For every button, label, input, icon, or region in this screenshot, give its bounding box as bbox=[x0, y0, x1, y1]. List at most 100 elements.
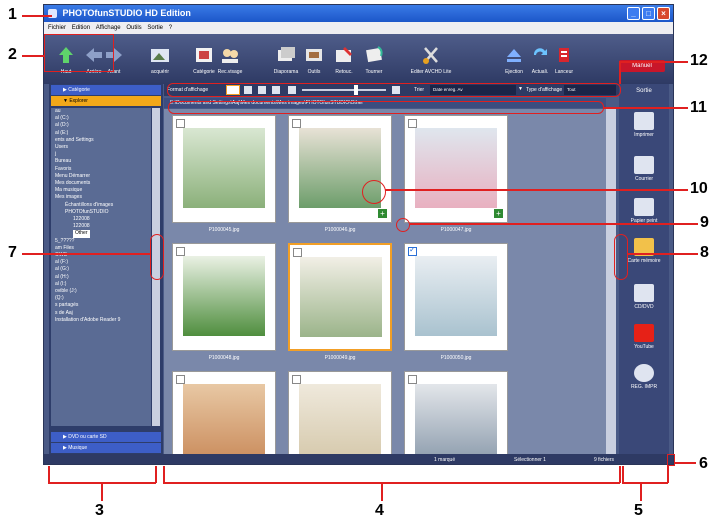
menu-output[interactable]: Sortie bbox=[147, 25, 163, 31]
thumbnail-filename: P1000047.jpg bbox=[440, 227, 472, 233]
tree-item[interactable]: al (C:) bbox=[51, 115, 151, 122]
tree-item[interactable]: PHOTOfunSTUDIO bbox=[51, 209, 151, 216]
thumbnail-photo[interactable] bbox=[172, 115, 276, 223]
thumbnail-photo[interactable]: + bbox=[404, 115, 508, 223]
tree-item[interactable]: al (E:) bbox=[51, 130, 151, 137]
thumbnail-photo[interactable]: ✓ bbox=[404, 243, 508, 351]
launcher-button[interactable]: Lanceur bbox=[544, 38, 584, 75]
youtube-button[interactable]: YouTube bbox=[619, 324, 669, 350]
thumbnail-item[interactable]: P1000049.jpg bbox=[288, 243, 392, 361]
tree-item[interactable]: (Q:) bbox=[51, 295, 151, 302]
tree-item[interactable]: al (I:) bbox=[51, 281, 151, 288]
thumbnail-checkbox[interactable] bbox=[408, 119, 417, 128]
tree-item[interactable]: Other bbox=[51, 230, 151, 238]
tree-item[interactable]: 122008 bbox=[51, 223, 151, 230]
acquire-button[interactable]: acquérir bbox=[140, 38, 180, 75]
thumbnail-photo[interactable] bbox=[172, 371, 276, 454]
tree-item[interactable]: Échantillons d'images bbox=[51, 202, 151, 209]
print-button[interactable]: Imprimer bbox=[619, 112, 669, 138]
thumbnail-checkbox[interactable] bbox=[176, 119, 185, 128]
face-recognition-button[interactable]: Rec.visage bbox=[210, 38, 250, 75]
rotate-icon bbox=[366, 46, 383, 63]
thumbnail-item[interactable] bbox=[288, 371, 392, 454]
cd-dvd-button[interactable]: CD/DVD bbox=[619, 284, 669, 310]
thumbnail-photo[interactable] bbox=[172, 243, 276, 351]
callout-12: 12 bbox=[690, 52, 708, 69]
tree-item[interactable]: j bbox=[51, 151, 151, 158]
checkmark-icon: ✓ bbox=[409, 245, 416, 254]
edit-avchd-button[interactable]: Editer AVCHD Lite bbox=[404, 38, 458, 75]
tree-item[interactable]: ents and Settings bbox=[51, 137, 151, 144]
tree-item[interactable]: Users bbox=[51, 144, 151, 151]
plus-icon[interactable]: + bbox=[378, 209, 387, 218]
rotate-button[interactable]: Tourner bbox=[354, 38, 394, 75]
menu-tools[interactable]: Outils bbox=[126, 25, 141, 31]
tree-item[interactable]: al (H:) bbox=[51, 274, 151, 281]
photo-image bbox=[183, 384, 265, 454]
tree-item[interactable]: am Files bbox=[51, 245, 151, 252]
thumbnail-item[interactable]: + P1000047.jpg bbox=[404, 115, 508, 233]
explorer-tab[interactable]: ▼ Explorer bbox=[51, 96, 161, 106]
thumbnail-checkbox[interactable] bbox=[292, 375, 301, 384]
tree-item[interactable]: 5_????? bbox=[51, 238, 151, 245]
menu-help[interactable]: ? bbox=[169, 25, 172, 31]
tree-item[interactable]: al (D:) bbox=[51, 122, 151, 129]
tree-item[interactable]: Bureau bbox=[51, 158, 151, 165]
tree-item[interactable]: Favoris bbox=[51, 166, 151, 173]
thumbnail-checkbox[interactable] bbox=[408, 375, 417, 384]
callout-3-bracket-right bbox=[155, 466, 157, 483]
print-register-button[interactable]: REG. IMPR bbox=[619, 364, 669, 390]
callout-8: 8 bbox=[700, 244, 709, 261]
callout-6-line bbox=[674, 462, 696, 464]
callout-6: 6 bbox=[699, 455, 708, 472]
maximize-button[interactable]: □ bbox=[642, 7, 655, 20]
tree-item[interactable]: Menu Démarrer bbox=[51, 173, 151, 180]
tree-item[interactable]: Ma musique bbox=[51, 187, 151, 194]
callout-10-circle bbox=[362, 180, 386, 204]
tree-item[interactable]: s partagés bbox=[51, 302, 151, 309]
thumbnail-item[interactable] bbox=[172, 371, 276, 454]
thumbnail-filename: P1000045.jpg bbox=[208, 227, 240, 233]
plus-icon[interactable]: + bbox=[494, 209, 503, 218]
toolbar: Haut Arrière Avant acquérir Catégorie Re… bbox=[44, 34, 673, 84]
music-tab[interactable]: ▶ Musique bbox=[51, 443, 161, 453]
tree-item[interactable]: Mes documents bbox=[51, 180, 151, 187]
minimize-button[interactable]: _ bbox=[627, 7, 640, 20]
mail-button[interactable]: Courrier bbox=[619, 156, 669, 182]
tree-item[interactable]: al (F:) bbox=[51, 259, 151, 266]
tree-item[interactable]: Installation d'Adobe Reader 9 bbox=[51, 317, 151, 324]
thumbnail-checkbox[interactable]: ✓ bbox=[408, 245, 417, 256]
thumbnail-checkbox[interactable] bbox=[176, 247, 185, 256]
tree-item[interactable]: au bbox=[51, 108, 151, 115]
thumbnail-checkbox[interactable] bbox=[293, 248, 302, 257]
category-tab[interactable]: ▶ Catégorie bbox=[51, 85, 161, 95]
dvd-sd-tab[interactable]: ▶ DVD ou carte SD bbox=[51, 432, 161, 442]
thumbnail-checkbox[interactable] bbox=[176, 375, 185, 384]
menu-edit[interactable]: Edition bbox=[72, 25, 90, 31]
thumbnail-item[interactable]: + P1000046.jpg bbox=[288, 115, 392, 233]
menu-view[interactable]: Affichage bbox=[96, 25, 121, 31]
close-button[interactable]: × bbox=[657, 7, 670, 20]
thumbnail-item[interactable]: ✓ P1000050.jpg bbox=[404, 243, 508, 361]
thumbnail-item[interactable]: P1000048.jpg bbox=[172, 243, 276, 361]
window-controls: _ □ × bbox=[627, 7, 670, 20]
thumbnail-scrollbar[interactable] bbox=[606, 109, 616, 454]
thumbnail-photo[interactable] bbox=[404, 371, 508, 454]
thumbnail-checkbox[interactable] bbox=[292, 119, 301, 128]
mail-icon bbox=[634, 156, 654, 174]
menu-file[interactable]: Fichier bbox=[48, 25, 66, 31]
thumbnail-photo[interactable] bbox=[288, 243, 392, 351]
thumbnail-photo[interactable] bbox=[288, 371, 392, 454]
thumbnail-item[interactable]: P1000045.jpg bbox=[172, 115, 276, 233]
tree-item[interactable]: 122008 bbox=[51, 216, 151, 223]
thumbnail-filename: P1000050.jpg bbox=[440, 355, 472, 361]
callout-9-circle bbox=[396, 218, 410, 232]
callout-5: 5 bbox=[634, 502, 643, 519]
thumbnail-photo[interactable]: + bbox=[288, 115, 392, 223]
tree-item[interactable]: al (G:) bbox=[51, 266, 151, 273]
tree-item[interactable]: Mes images bbox=[51, 194, 151, 201]
wallpaper-button[interactable]: Papier peint bbox=[619, 198, 669, 224]
tree-item[interactable]: s de Aaj bbox=[51, 310, 151, 317]
thumbnail-item[interactable] bbox=[404, 371, 508, 454]
tree-item[interactable]: ovible (J:) bbox=[51, 288, 151, 295]
